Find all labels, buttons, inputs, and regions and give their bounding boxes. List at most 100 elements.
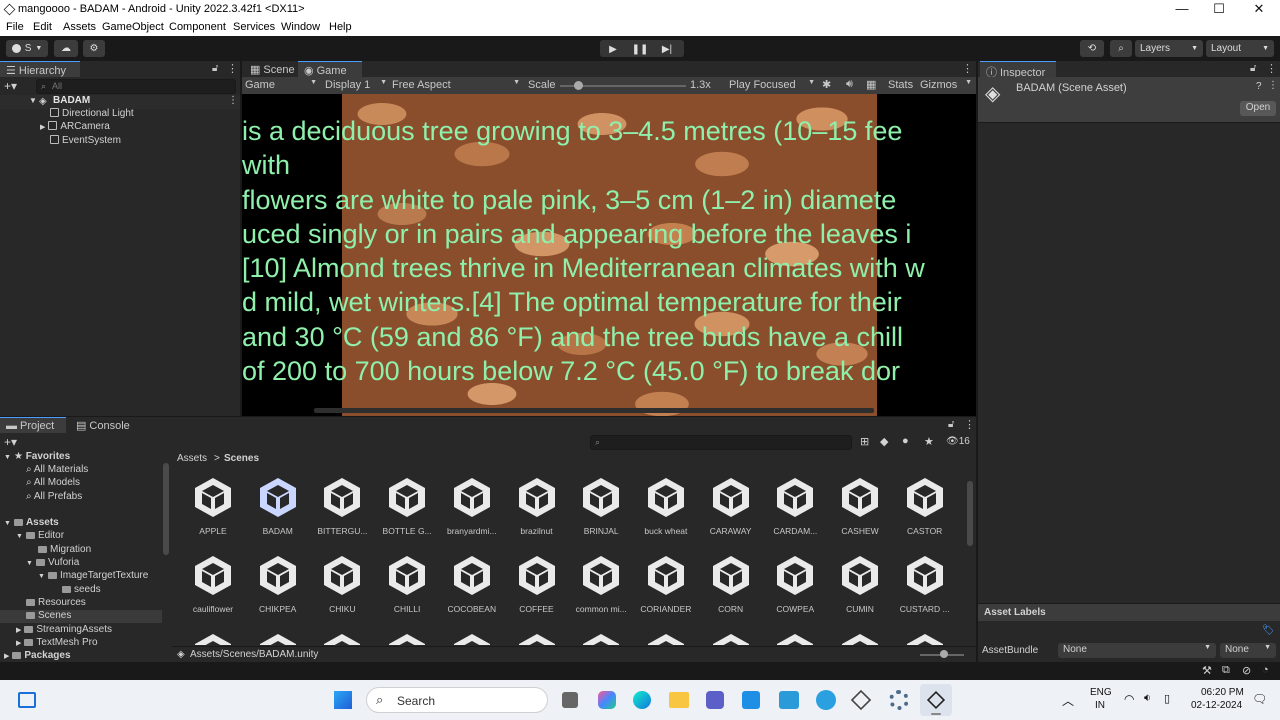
scene-asset[interactable]: CHIKU (309, 553, 375, 614)
lock-icon[interactable]: 🔓︎ (1250, 63, 1256, 74)
grid-scrollbar[interactable] (967, 481, 973, 546)
menu-help[interactable]: Help (329, 21, 352, 33)
copilot-icon[interactable] (598, 691, 616, 709)
scene-asset[interactable] (698, 631, 764, 645)
more-icon[interactable]: ⋮ (227, 62, 238, 75)
more-icon[interactable]: ⋮ (964, 418, 975, 431)
stats-button[interactable]: Stats (888, 79, 913, 91)
battery-icon[interactable]: ▯ (1164, 692, 1170, 705)
add-button[interactable]: +▾ (4, 79, 17, 93)
layers-dropdown[interactable]: Layers ▼ (1135, 40, 1203, 57)
tree-item[interactable]: ▶ StreamingAssets (16, 624, 112, 635)
unity-hub-icon[interactable] (850, 689, 872, 711)
task-view-icon[interactable] (562, 692, 578, 708)
notification-icon[interactable]: 🗨︎ (1252, 692, 1267, 706)
scene-asset[interactable]: CARDAM... (762, 475, 828, 536)
hierarchy-item[interactable]: ▶ ARCamera (40, 121, 110, 132)
favorite-item[interactable]: ⌕ All Prefabs (26, 491, 82, 502)
tab-inspector[interactable]: ⓘ Inspector (980, 61, 1056, 79)
scene-asset[interactable]: CUMIN (827, 553, 893, 614)
scene-asset[interactable] (504, 631, 570, 645)
chevron-up-icon[interactable]: ︿ (1062, 692, 1074, 709)
app-icon[interactable] (779, 691, 799, 709)
scene-asset[interactable]: APPLE (180, 475, 246, 536)
add-asset-button[interactable]: +▾ (4, 435, 17, 449)
info-icon[interactable]: ● (902, 435, 909, 447)
hierarchy-item[interactable]: EventSystem (50, 135, 121, 146)
scene-asset[interactable]: BOTTLE G... (374, 475, 440, 536)
file-explorer-icon[interactable] (669, 692, 689, 708)
menu-file[interactable]: File (6, 21, 24, 33)
gizmos-dropdown[interactable]: Gizmos ▼ (920, 79, 972, 91)
aspect-dropdown[interactable]: Free Aspect ▼ (392, 79, 520, 91)
tab-console[interactable]: ▤ Console (70, 417, 140, 433)
scene-asset[interactable] (827, 631, 893, 645)
progress-icon[interactable]: ◔ (1262, 664, 1269, 676)
scene-asset[interactable]: CHILLI (374, 553, 440, 614)
pause-icon[interactable]: ❚❚ (630, 41, 650, 57)
edge-icon[interactable] (633, 691, 651, 709)
menu-component[interactable]: Component (169, 21, 226, 33)
maximize-button[interactable]: ☐ (1199, 1, 1239, 17)
scene-asset[interactable]: CORN (698, 553, 764, 614)
wifi-icon[interactable]: ◠ (1124, 692, 1134, 706)
layout-dropdown[interactable]: Layout ▼ (1206, 40, 1274, 57)
bug-icon[interactable]: ✱ (822, 78, 831, 91)
tree-item[interactable]: Resources (26, 597, 86, 608)
hierarchy-search-input[interactable]: ⌕ All (36, 79, 236, 94)
tree-item[interactable]: ▼ Vuforia (26, 557, 79, 568)
tree-item[interactable]: Migration (38, 544, 91, 555)
scene-asset[interactable]: COFFEE (504, 553, 570, 614)
language-label[interactable]: ENG (1090, 687, 1112, 698)
scene-asset[interactable] (309, 631, 375, 645)
asset-variant-dropdown[interactable]: None ▼ (1220, 643, 1276, 658)
play-icon[interactable]: ▶ (603, 41, 623, 57)
scene-asset[interactable]: COCOBEAN (439, 553, 505, 614)
tab-project[interactable]: ▬ Project (0, 417, 66, 433)
scene-asset[interactable] (762, 631, 828, 645)
lock-icon[interactable]: 🔓︎ (212, 63, 218, 74)
scale-slider-handle[interactable] (574, 81, 583, 90)
scene-asset[interactable]: CASHEW (827, 475, 893, 536)
scene-asset[interactable]: BRINJAL (568, 475, 634, 536)
menu-services[interactable]: Services (233, 21, 275, 33)
scene-asset[interactable]: common mi... (568, 553, 634, 614)
scene-asset[interactable] (892, 631, 958, 645)
teams-icon[interactable] (706, 691, 724, 709)
widgets-icon[interactable] (18, 692, 36, 708)
star-icon[interactable]: ★ (924, 435, 934, 448)
scene-asset[interactable] (439, 631, 505, 645)
bug-icon[interactable]: ⚒ (1202, 664, 1212, 677)
clock-time[interactable]: 06:20 PM (1201, 687, 1244, 698)
breadcrumb-scenes[interactable]: Scenes (224, 453, 259, 464)
cloud-icon[interactable]: ☁ (54, 40, 78, 57)
scene-asset[interactable]: BADAM (245, 475, 311, 536)
account-button[interactable]: S ▼ (6, 40, 48, 57)
tree-item-selected[interactable]: Scenes (0, 610, 162, 623)
menu-edit[interactable]: Edit (33, 21, 52, 33)
horizontal-scrollbar[interactable] (314, 408, 874, 413)
favorites-header[interactable]: ▼ ★ Favorites (4, 451, 70, 462)
tab-scene[interactable]: ▦ Scene (244, 61, 298, 77)
scene-asset[interactable]: CUSTARD ... (892, 553, 958, 614)
scene-asset[interactable]: branyardmi... (439, 475, 505, 536)
favorite-item[interactable]: ⌕ All Models (26, 477, 80, 488)
breadcrumb-assets[interactable]: Assets (177, 453, 207, 464)
open-button[interactable]: Open (1240, 101, 1276, 116)
help-icon[interactable]: ? (1256, 81, 1262, 92)
project-search-input[interactable]: ⌕ (590, 435, 852, 450)
minimize-button[interactable]: — (1162, 1, 1202, 16)
scene-asset[interactable] (245, 631, 311, 645)
store-icon[interactable] (742, 691, 760, 709)
scene-asset[interactable]: CHIKPEA (245, 553, 311, 614)
menu-assets[interactable]: Assets (63, 21, 96, 33)
favorite-item[interactable]: ⌕ All Materials (26, 464, 88, 475)
scene-asset[interactable]: CORIANDER (633, 553, 699, 614)
search-icon[interactable]: ⌕ (1110, 40, 1132, 57)
scene-asset[interactable]: COWPEA (762, 553, 828, 614)
label-icon[interactable]: 🏷︎ (1262, 625, 1275, 636)
start-icon[interactable] (334, 691, 352, 709)
scene-asset[interactable]: buck wheat (633, 475, 699, 536)
tag-icon[interactable]: ◆ (880, 435, 888, 448)
filter-icon[interactable]: ⊞ (860, 435, 869, 448)
